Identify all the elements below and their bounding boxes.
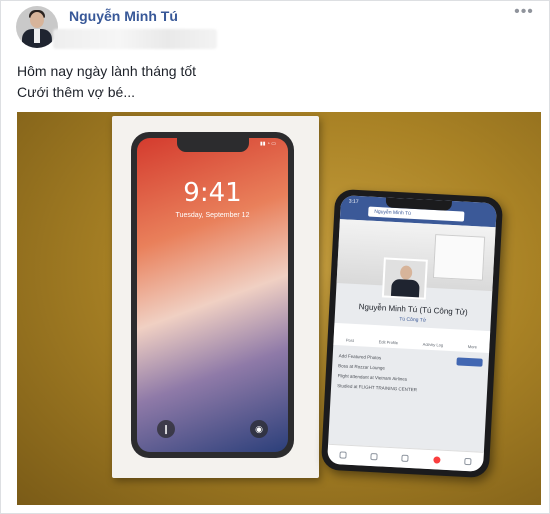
action-more: More xyxy=(467,343,478,350)
requests-icon xyxy=(370,453,378,461)
status-icons: ▮▮ ◔ ▭ xyxy=(259,141,276,147)
box-phone-screen: ▮▮ ◔ ▭ 9:41 Tuesday, September 12 ❙ ◉ xyxy=(137,138,288,452)
profile-picture xyxy=(381,257,428,300)
avatar-face xyxy=(30,12,44,28)
box-phone-image: ▮▮ ◔ ▭ 9:41 Tuesday, September 12 ❙ ◉ xyxy=(131,132,294,458)
camera-icon: ◉ xyxy=(250,420,268,438)
post-meta-blurred xyxy=(53,29,217,49)
flashlight-icon: ❙ xyxy=(157,420,175,438)
iphone-box: ▮▮ ◔ ▭ 9:41 Tuesday, September 12 ❙ ◉ xyxy=(112,116,319,478)
author-avatar[interactable] xyxy=(16,6,58,48)
held-iphone: 3:17 Nguyễn Minh Tú Nguyễn Minh Tú (Tú C… xyxy=(320,188,504,479)
caption-line-2: Cưới thêm vợ bé... xyxy=(17,84,135,100)
box-phone-notch xyxy=(177,138,249,152)
lockscreen-date: Tuesday, September 12 xyxy=(175,212,250,219)
action-edit-profile: Edit Profile xyxy=(378,339,399,346)
menu-icon xyxy=(464,457,472,466)
author-name[interactable]: Nguyễn Minh Tú xyxy=(69,8,178,24)
notifications-icon xyxy=(432,456,441,464)
post-photo[interactable]: ▮▮ ◔ ▭ 9:41 Tuesday, September 12 ❙ ◉ 3:… xyxy=(17,112,541,505)
action-activity-log: Activity Log xyxy=(422,341,444,348)
news-feed-icon xyxy=(339,451,347,459)
profile-actions: Post Edit Profile Activity Log More xyxy=(333,322,491,354)
post-caption: Hôm nay ngày lành tháng tốt Cưới thêm vợ… xyxy=(17,61,196,103)
more-horizontal-icon[interactable]: ••• xyxy=(513,4,535,21)
profile-face xyxy=(399,265,413,280)
caption-line-1: Hôm nay ngày lành tháng tốt xyxy=(17,63,197,79)
piano-image xyxy=(432,234,486,281)
action-post: Post xyxy=(345,337,355,343)
facebook-app-screen: 3:17 Nguyễn Minh Tú Nguyễn Minh Tú (Tú C… xyxy=(327,195,497,472)
phone-status-time: 3:17 xyxy=(348,198,359,206)
member-badge xyxy=(456,357,483,367)
avatar-shirt xyxy=(34,29,40,43)
marketplace-icon xyxy=(401,454,410,463)
facebook-post: Nguyễn Minh Tú ••• Hôm nay ngày lành thá… xyxy=(0,0,550,514)
lockscreen-time: 9:41 xyxy=(183,178,242,208)
profile-info: Add Featured Photos Boss at Rozzar Loung… xyxy=(337,351,483,398)
profile-suit xyxy=(390,278,420,300)
facebook-bottom-nav xyxy=(327,443,484,472)
